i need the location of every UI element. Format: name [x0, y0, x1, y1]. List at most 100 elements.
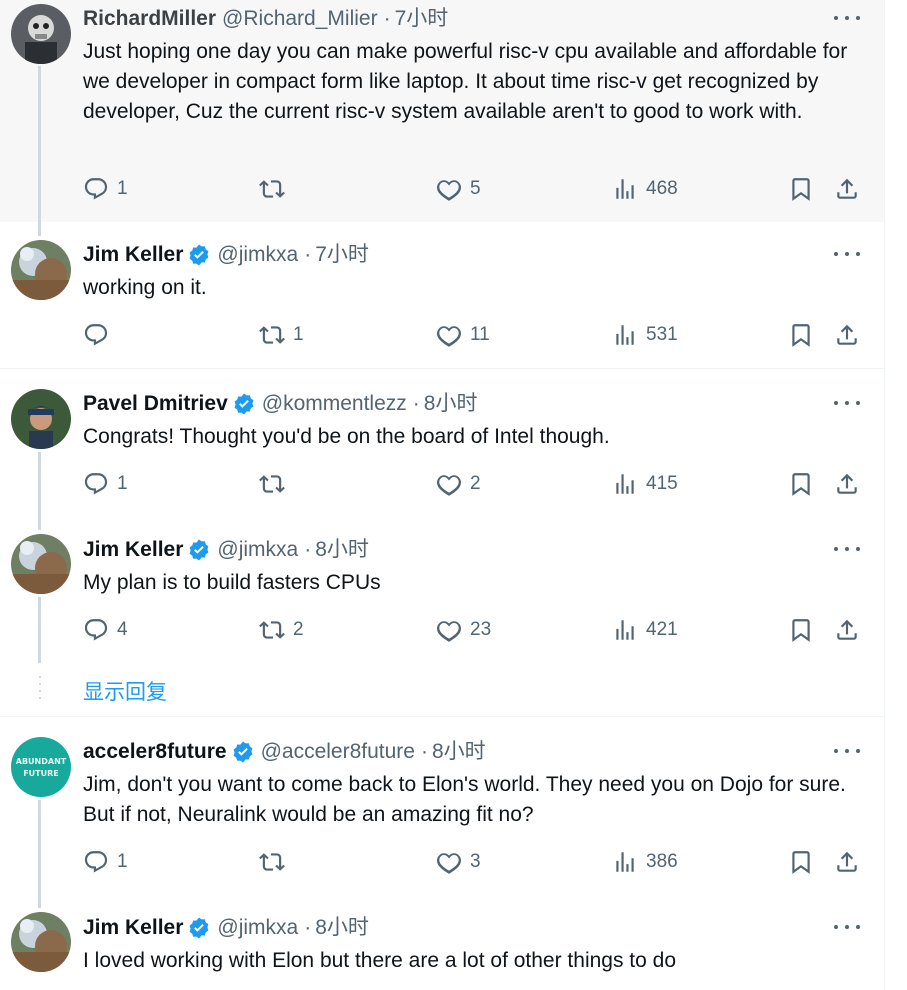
like-button[interactable]: 3 — [436, 849, 481, 875]
views-count: 421 — [646, 619, 678, 640]
retweet-icon — [259, 326, 285, 344]
reply-button[interactable]: 1 — [83, 176, 128, 202]
handle[interactable]: @jimkxa — [217, 536, 298, 564]
display-name[interactable]: RichardMiller — [83, 5, 216, 33]
handle[interactable]: @Richard_Milier — [222, 5, 378, 33]
retweet-button[interactable]: 2 — [259, 617, 304, 643]
avatar[interactable] — [11, 4, 71, 64]
bookmark-button[interactable] — [788, 176, 814, 202]
avatar[interactable] — [11, 534, 71, 594]
share-button[interactable] — [834, 617, 860, 643]
timestamp[interactable]: 8小时 — [315, 536, 369, 564]
timestamp[interactable]: 7小时 — [395, 5, 449, 33]
like-button[interactable]: 23 — [436, 617, 491, 643]
retweet-button[interactable]: 1 — [259, 322, 304, 348]
timeline-border — [884, 0, 885, 990]
like-count: 23 — [470, 619, 492, 640]
handle[interactable]: @acceler8future — [261, 738, 415, 766]
share-button[interactable] — [834, 176, 860, 202]
share-button[interactable] — [834, 471, 860, 497]
reply-button[interactable] — [83, 322, 117, 348]
bookmark-icon — [792, 851, 810, 874]
retweet-icon — [259, 475, 285, 493]
like-button[interactable]: 5 — [436, 176, 481, 202]
reply-count: 1 — [117, 851, 128, 872]
bookmark-icon — [792, 324, 810, 347]
divider — [0, 716, 884, 717]
reply-count: 1 — [117, 178, 128, 199]
tweet-text: My plan is to build fasters CPUs — [83, 571, 381, 594]
bookmark-button[interactable] — [788, 471, 814, 497]
display-name[interactable]: acceler8future — [83, 738, 227, 766]
separator: · — [304, 243, 312, 266]
timestamp[interactable]: 8小时 — [315, 914, 369, 942]
heart-icon — [437, 621, 461, 642]
reply-icon — [84, 324, 108, 346]
avatar[interactable]: ABUNDANT FUTURE — [11, 737, 71, 797]
display-name[interactable]: Jim Keller — [83, 241, 183, 269]
tweet-header: Pavel Dmitriev @kommentlezz · 8小时 — [83, 390, 477, 418]
tweet-text: I loved working with Elon but there are … — [83, 949, 677, 972]
display-name[interactable]: Pavel Dmitriev — [83, 390, 228, 418]
avatar-text: FUTURE — [23, 769, 59, 778]
share-icon — [837, 851, 857, 872]
more-options-icon[interactable] — [834, 244, 860, 264]
thread-connector — [38, 597, 41, 663]
share-button[interactable] — [834, 322, 860, 348]
like-button[interactable]: 2 — [436, 471, 481, 497]
views-button[interactable]: 415 — [612, 471, 678, 497]
views-button[interactable]: 421 — [612, 617, 678, 643]
share-button[interactable] — [834, 849, 860, 875]
separator: · — [304, 916, 312, 939]
separator: · — [383, 7, 391, 30]
display-name[interactable]: Jim Keller — [83, 536, 183, 564]
thread-dots — [38, 676, 41, 704]
more-options-icon[interactable] — [834, 8, 860, 28]
handle[interactable]: @jimkxa — [217, 241, 298, 269]
more-options-icon[interactable] — [834, 917, 860, 937]
reply-button[interactable]: 1 — [83, 849, 128, 875]
display-name[interactable]: Jim Keller — [83, 914, 183, 942]
bookmark-button[interactable] — [788, 322, 814, 348]
timestamp[interactable]: 8小时 — [432, 738, 486, 766]
reply-count: 4 — [117, 619, 128, 640]
avatar[interactable] — [11, 389, 71, 449]
views-count: 468 — [646, 178, 678, 199]
timestamp[interactable]: 7小时 — [315, 241, 369, 269]
timestamp[interactable]: 8小时 — [424, 390, 478, 418]
retweet-button[interactable] — [259, 471, 293, 497]
verified-badge-icon — [189, 539, 209, 561]
verified-badge-icon — [234, 393, 254, 415]
more-options-icon[interactable] — [834, 393, 860, 413]
avatar[interactable] — [11, 912, 71, 972]
like-count: 3 — [470, 851, 481, 872]
handle[interactable]: @jimkxa — [217, 914, 298, 942]
reply-button[interactable]: 1 — [83, 471, 128, 497]
views-button[interactable]: 386 — [612, 849, 678, 875]
reply-button[interactable]: 4 — [83, 617, 128, 643]
separator: · — [304, 538, 312, 561]
bookmark-button[interactable] — [788, 617, 814, 643]
like-button[interactable]: 11 — [436, 322, 490, 348]
avatar[interactable] — [11, 240, 71, 300]
retweet-button[interactable] — [259, 849, 293, 875]
reply-icon — [84, 851, 108, 873]
views-button[interactable]: 531 — [612, 322, 678, 348]
retweet-button[interactable] — [259, 176, 293, 202]
reply-icon — [84, 619, 108, 641]
more-options-icon[interactable] — [834, 539, 860, 559]
analytics-icon — [616, 179, 634, 199]
bookmark-button[interactable] — [788, 849, 814, 875]
tweet-header: acceler8future @acceler8future · 8小时 — [83, 738, 486, 766]
tweet-header: Jim Keller @jimkxa · 7小时 — [83, 241, 369, 269]
tweet-text: Just hoping one day you can make powerfu… — [83, 40, 848, 123]
separator: · — [420, 740, 428, 763]
tweet-text: Jim, don't you want to come back to Elon… — [83, 773, 846, 826]
more-options-icon[interactable] — [834, 741, 860, 761]
analytics-icon — [616, 474, 634, 494]
heart-icon — [437, 180, 461, 201]
show-replies-link[interactable]: 显示回复 — [83, 676, 167, 706]
share-icon — [837, 619, 857, 640]
handle[interactable]: @kommentlezz — [262, 390, 407, 418]
views-button[interactable]: 468 — [612, 176, 678, 202]
